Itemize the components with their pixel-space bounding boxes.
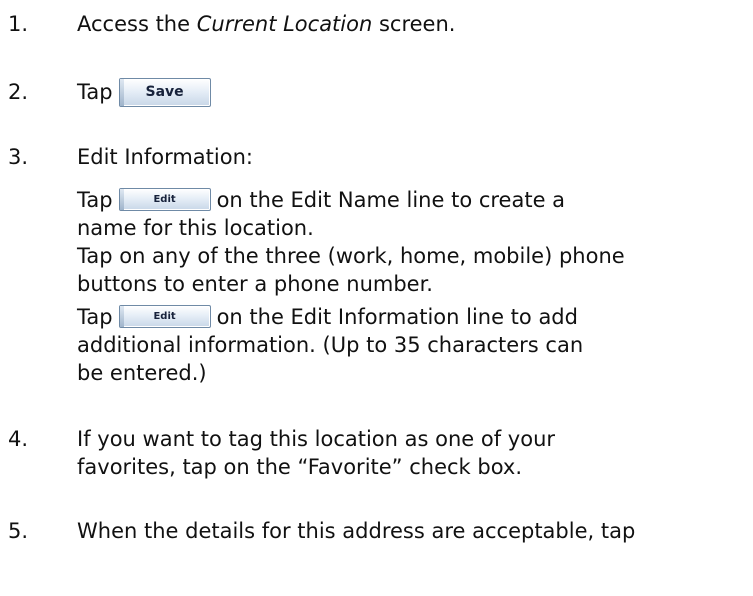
edit-information-button[interactable]: Edit	[118, 304, 211, 328]
screen-name: Current Location	[196, 12, 373, 36]
step-number: 5.	[8, 519, 29, 543]
edit-information-instruction: Tap Edit on the Edit Information line to a…	[77, 304, 584, 385]
phone-instruction: Tap on any of the three (work, home, mob…	[77, 244, 625, 296]
step-text: If you want to tag this location as one …	[77, 427, 556, 479]
step-heading: Edit Information:	[77, 145, 253, 169]
step-text: Access the Current Location screen.	[77, 12, 456, 36]
step-number: 4.	[8, 427, 29, 451]
step-text: When the details for this address are ac…	[77, 519, 636, 543]
step-number: 3.	[8, 145, 29, 169]
edit-name-button[interactable]: Edit	[118, 187, 211, 211]
edit-name-instruction: Tap Edit on the Edit Name line to create a…	[77, 187, 566, 240]
step-number: 2.	[8, 80, 29, 104]
save-button[interactable]: Save	[118, 77, 211, 107]
step-number: 1.	[8, 12, 29, 36]
step-text: Tap Save	[77, 77, 737, 108]
